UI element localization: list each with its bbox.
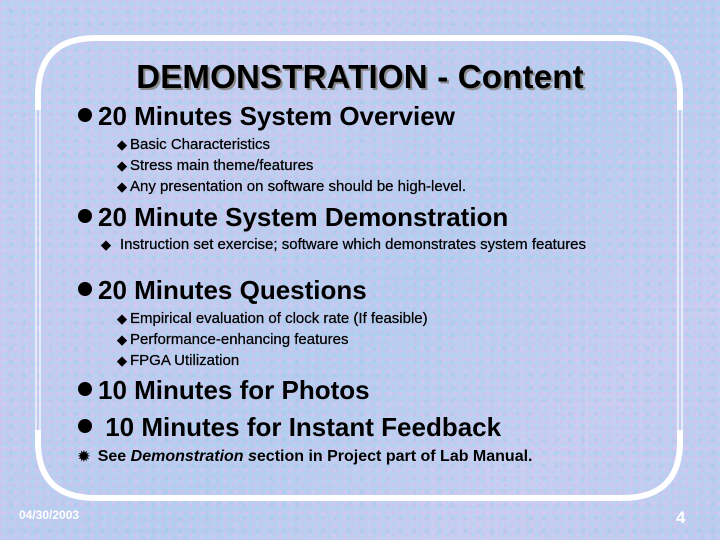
bullet-level1: 20 Minute System Demonstration [78, 202, 508, 233]
section-heading: 20 Minutes System Overview [98, 101, 455, 131]
filled-circle-bullet-icon [78, 282, 92, 296]
diamond-bullet-icon: ◆ [117, 353, 127, 368]
slide-title: DEMONSTRATION - Content [136, 58, 584, 95]
section-heading: 10 Minutes for Instant Feedback [98, 412, 502, 442]
bullet-level1: 20 Minutes System Overview [78, 101, 455, 132]
bullet-level1: 20 Minutes Questions [78, 275, 367, 306]
note-suffix: ection in Project part of Lab Manual. [256, 448, 533, 465]
bullet-level1: 10 Minutes for Photos [78, 375, 370, 406]
filled-circle-bullet-icon [78, 382, 92, 396]
bullet-level2: ◆ Performance-enhancing features [117, 331, 349, 348]
bullet-text: Any presentation on software should be h… [130, 178, 467, 195]
filled-circle-bullet-icon [78, 209, 92, 223]
diamond-bullet-icon: ◆ [117, 311, 127, 326]
note-prefix: See [97, 448, 131, 465]
bullet-level2: ◆ Empirical evaluation of clock rate (If … [117, 310, 428, 327]
bullet-text: FPGA Utilization [130, 352, 240, 369]
diamond-bullet-icon: ◆ [117, 179, 127, 194]
page-number: 4 [676, 508, 686, 527]
bullet-level1: 10 Minutes for Instant Feedback [78, 412, 501, 443]
bullet-text: Performance-enhancing features [130, 331, 349, 348]
bullet-level2: ◆ FPGA Utilization [117, 352, 239, 369]
footnote: ✹ See Demonstration section in Project pa… [78, 448, 533, 466]
bullet-level2: ◆ Basic Characteristics [117, 136, 270, 153]
diamond-bullet-icon: ◆ [117, 332, 127, 347]
diamond-bullet-icon: ◆ [117, 137, 127, 152]
footer-date: 04/30/2003 [19, 508, 80, 522]
bullet-text: Stress main theme/features [130, 157, 314, 174]
bullet-text: Instruction set exercise; software which… [120, 236, 587, 253]
section-heading: 20 Minutes Questions [98, 275, 367, 305]
note-emphasis: Demonstration s [130, 448, 257, 465]
filled-circle-bullet-icon [78, 419, 92, 433]
bullet-text: Basic Characteristics [130, 136, 271, 153]
diamond-bullet-icon: ◆ [117, 158, 127, 173]
star-burst-bullet-icon: ✹ [78, 448, 90, 464]
filled-circle-bullet-icon [78, 108, 92, 122]
bullet-text: Empirical evaluation of clock rate (If f… [130, 310, 428, 327]
section-heading: 20 Minute System Demonstration [98, 202, 509, 232]
bullet-level2: ◆ Stress main theme/features [117, 157, 314, 174]
bullet-level2: ◆ Instruction set exercise; software whic… [101, 236, 587, 253]
section-heading: 10 Minutes for Photos [98, 375, 370, 405]
bullet-level2: ◆ Any presentation on software should be … [117, 178, 466, 195]
